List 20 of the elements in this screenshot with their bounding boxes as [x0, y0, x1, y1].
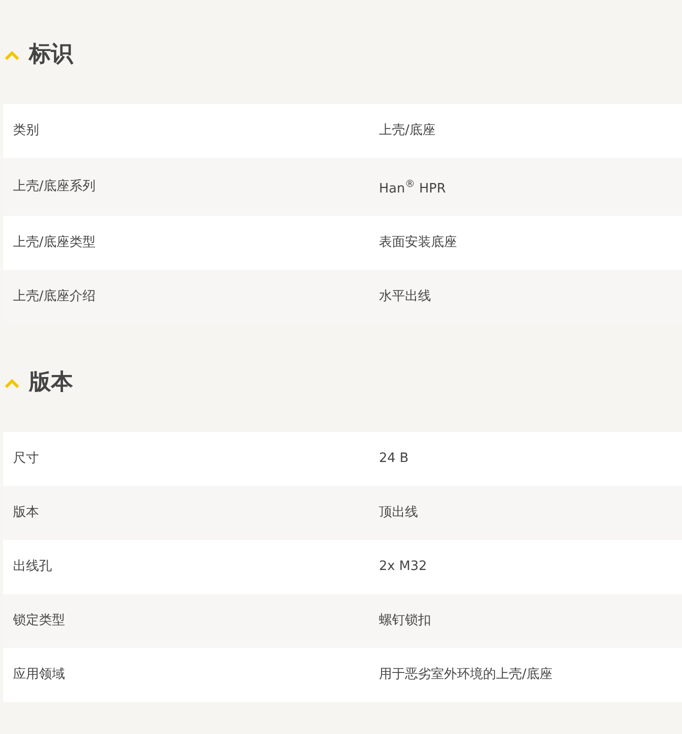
- property-label: 上壳/底座类型: [13, 234, 96, 252]
- property-value: 2x M32: [379, 558, 427, 576]
- property-label: 版本: [13, 504, 39, 522]
- section-toggle[interactable]: 标识: [0, 40, 73, 70]
- property-value: 24 B: [379, 450, 409, 468]
- property-value: Han$^{®}$ HPR: [379, 178, 446, 198]
- property-value: 表面安装底座: [379, 234, 457, 252]
- property-value: 螺钉锁扣: [379, 612, 431, 630]
- property-label: 上壳/底座介绍: [13, 288, 96, 306]
- property-value: 上壳/底座: [379, 122, 436, 140]
- property-label: 上壳/底座系列: [13, 178, 96, 196]
- property-label: 类别: [13, 122, 39, 140]
- property-label: 锁定类型: [13, 612, 65, 630]
- property-label: 出线孔: [13, 558, 52, 576]
- property-label: 尺寸: [13, 450, 39, 468]
- property-label: 应用领域: [13, 666, 65, 684]
- property-value: 水平出线: [379, 288, 431, 306]
- property-value: 顶出线: [379, 504, 418, 522]
- section-toggle[interactable]: 版本: [0, 368, 73, 398]
- property-value: 用于恶劣室外环境的上壳/底座: [379, 666, 552, 684]
